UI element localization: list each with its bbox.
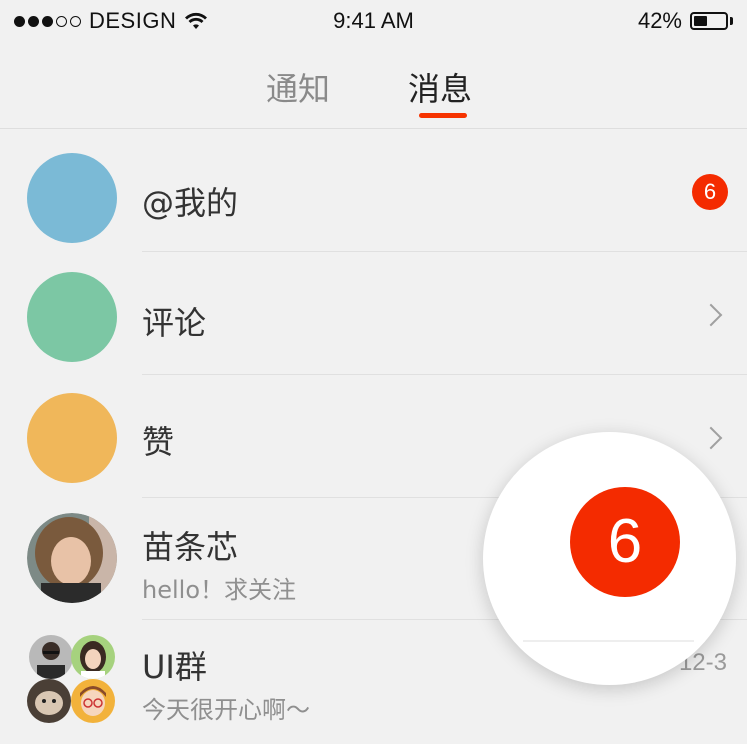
- magnified-unread-badge: 6: [570, 487, 680, 597]
- magnified-row-divider: [523, 640, 694, 642]
- list-item-subtitle: hello！求关注: [142, 576, 296, 604]
- likes-avatar: [27, 393, 117, 483]
- group-member-avatar: [71, 679, 115, 723]
- status-bar-right: 42%: [638, 8, 733, 34]
- status-bar-time: 9:41 AM: [333, 8, 414, 33]
- group-avatar: [27, 635, 117, 725]
- status-bar: DESIGN 9:41 AM 42%: [0, 0, 747, 44]
- comments-avatar: [27, 272, 117, 362]
- tab-bar: 通知 消息: [0, 44, 747, 129]
- list-item-title: 评论: [142, 304, 207, 342]
- list-item-title: UI群: [142, 648, 207, 686]
- list-item-comments[interactable]: 评论: [0, 252, 747, 375]
- list-item-title: @我的: [142, 184, 239, 222]
- battery-percent: 42%: [637, 8, 682, 33]
- battery-tip: [730, 17, 733, 25]
- magnified-badge-overlay: 6: [483, 432, 736, 685]
- list-item-title: 赞: [142, 423, 175, 461]
- tab-notifications[interactable]: 通知: [266, 64, 330, 110]
- tab-messages[interactable]: 消息: [408, 64, 472, 110]
- list-item-mentions[interactable]: @我的 6: [0, 128, 747, 252]
- battery-level-fill: [694, 16, 707, 26]
- list-item-title: 苗条芯: [142, 528, 239, 566]
- group-member-avatar: [27, 679, 71, 723]
- chevron-right-icon: [699, 426, 723, 450]
- active-tab-indicator: [419, 113, 467, 118]
- battery-icon: [690, 12, 728, 30]
- user-avatar: [27, 513, 117, 603]
- chevron-right-icon: [699, 303, 723, 327]
- unread-badge: 6: [692, 174, 728, 210]
- mentions-avatar: [27, 153, 117, 243]
- list-item-subtitle: 今天很开心啊～: [142, 696, 310, 724]
- group-member-avatar: [29, 635, 73, 679]
- group-member-avatar: [71, 635, 115, 679]
